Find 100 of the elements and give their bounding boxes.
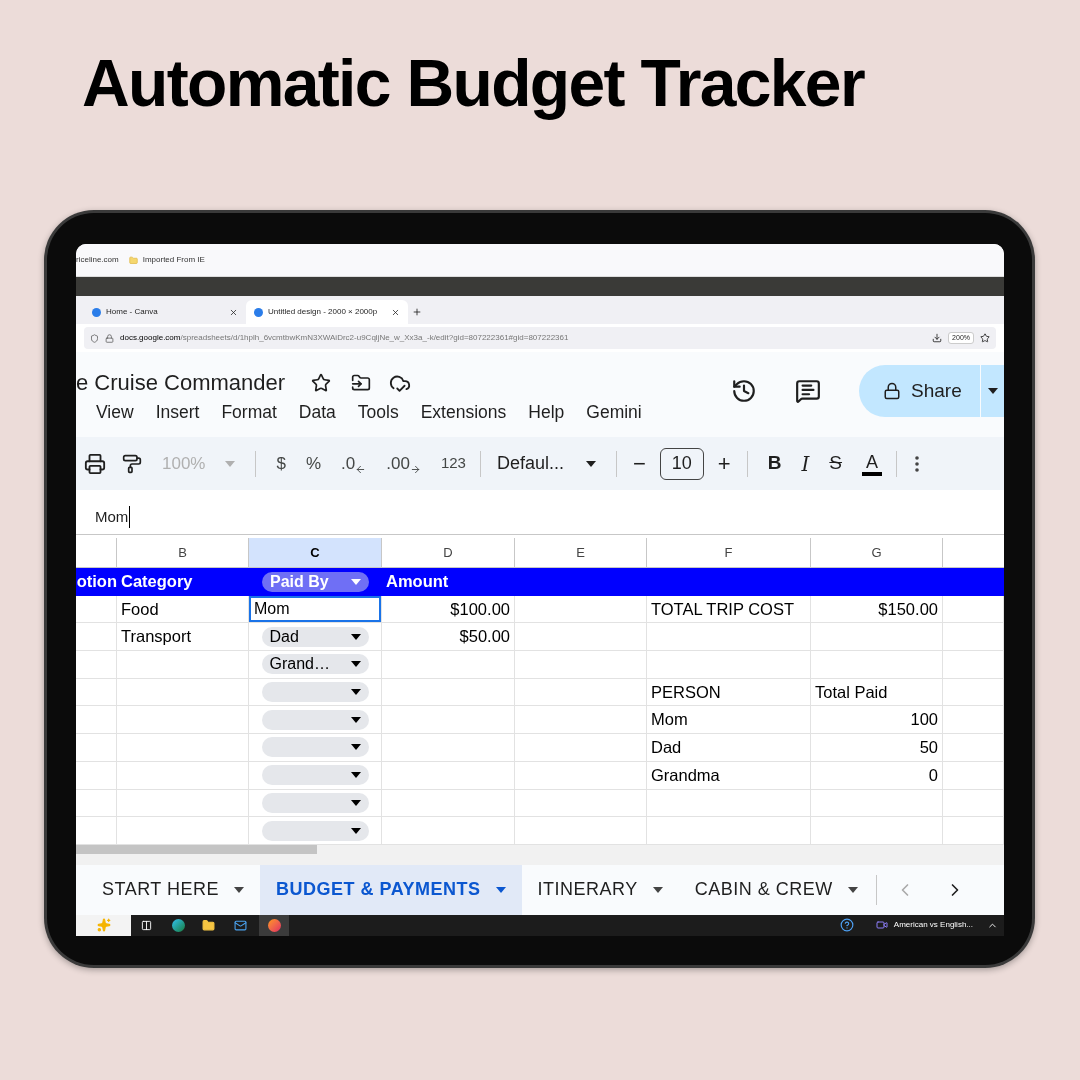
table-cell: $100.00	[382, 595, 515, 624]
empty-cell	[943, 817, 1004, 845]
strikethrough-button[interactable]: S	[829, 449, 843, 478]
dropdown-chip[interactable]	[261, 709, 369, 730]
history-icon	[731, 378, 757, 404]
folder-icon	[202, 918, 215, 932]
browser-tab[interactable]: Untitled design - 2000 × 2000p	[246, 300, 408, 324]
empty-cell	[943, 734, 1004, 762]
decrease-size-button[interactable]: −	[633, 447, 646, 480]
caret-icon	[234, 886, 245, 893]
menu-item[interactable]: Extensions	[420, 399, 507, 426]
dropdown-chip[interactable]: Dad	[261, 626, 369, 647]
caret-icon	[586, 460, 596, 467]
table-cell-text: Category	[120, 571, 194, 593]
browser-icon[interactable]	[267, 918, 281, 932]
menu-item[interactable]: Insert	[155, 399, 200, 426]
empty-cell	[76, 678, 117, 707]
document-title[interactable]: e Cruise Commander	[76, 366, 286, 399]
caret-icon	[225, 460, 236, 467]
share-button[interactable]: Share	[859, 365, 1004, 417]
browser-icon[interactable]	[172, 918, 185, 932]
empty-cell	[76, 595, 117, 624]
bookmark[interactable]: Imported From IE	[128, 254, 205, 266]
lock-icon	[883, 382, 901, 400]
cell-editor[interactable]: Mom	[249, 595, 381, 623]
currency-button[interactable]: $	[276, 450, 286, 477]
font-select[interactable]: Defaul...	[496, 450, 596, 477]
number-format-button[interactable]: 123	[440, 452, 466, 475]
font-size-field[interactable]: 10	[659, 447, 704, 480]
star-icon	[311, 372, 332, 393]
menu-item[interactable]: Gemini	[586, 399, 642, 426]
increase-decimals-button[interactable]: .00	[386, 450, 421, 477]
empty-cell	[76, 817, 117, 845]
bookmark[interactable]: riceline.com	[76, 254, 119, 266]
help-icon	[839, 918, 854, 933]
folder-icon	[351, 372, 372, 393]
table-cell: 50	[811, 734, 943, 762]
formula-bar[interactable]: Mom	[95, 505, 131, 529]
sheet-tab[interactable]: CABIN & CREW	[678, 864, 874, 915]
mail-icon	[234, 918, 247, 932]
dropdown-chip[interactable]	[261, 682, 369, 703]
taskbar-media-title[interactable]: American vs English...	[893, 919, 973, 932]
percent-button[interactable]: %	[305, 450, 322, 477]
dropdown-chip[interactable]: Grand…	[261, 654, 369, 675]
menu-item[interactable]: Help	[528, 399, 565, 426]
caret-icon	[350, 772, 361, 779]
table-cell: Mom	[647, 706, 811, 735]
sheet-tab[interactable]: START HERE	[76, 864, 261, 915]
sparkle-icon	[96, 918, 111, 933]
italic-button[interactable]: I	[801, 448, 810, 479]
empty-cell	[76, 651, 117, 679]
empty-cell	[76, 706, 117, 735]
scrollbar-thumb[interactable]	[76, 844, 317, 854]
menu-item[interactable]: Data	[298, 399, 336, 426]
table-cell-text: otion	[76, 571, 117, 593]
empty-cell	[943, 706, 1004, 735]
tab-logo-icon	[92, 307, 101, 317]
comment-icon	[795, 378, 821, 404]
sheet-tab[interactable]: ITINERARY	[521, 864, 679, 915]
column-header[interactable]: C	[249, 538, 382, 568]
caret-icon	[652, 886, 663, 893]
increase-size-button[interactable]: +	[717, 447, 731, 480]
download-icon	[932, 333, 943, 343]
caret-icon	[350, 689, 361, 696]
tab-logo-icon	[254, 307, 263, 317]
table-cell: $150.00	[811, 595, 943, 624]
dropdown-chip[interactable]	[261, 765, 369, 786]
text-color-button[interactable]: A	[862, 451, 883, 476]
dropdown-chip[interactable]	[261, 737, 369, 758]
empty-cell	[943, 789, 1004, 818]
table-cell: Grandma	[647, 761, 811, 790]
table-cell: Transport	[117, 623, 249, 652]
menu-item[interactable]: Tools	[357, 399, 399, 426]
table-cell: Total Paid	[811, 678, 943, 707]
sheet-tab[interactable]: BUDGET & PAYMENTS	[260, 864, 522, 915]
caret-icon	[350, 661, 361, 668]
folder-icon	[128, 255, 138, 265]
bookmark-star-icon	[980, 333, 990, 343]
dropdown-chip[interactable]: Paid By	[262, 571, 369, 592]
dropdown-chip[interactable]	[261, 792, 369, 813]
caret-icon	[987, 388, 998, 394]
browser-tab[interactable]: Home - Canva	[84, 300, 246, 324]
task-view-icon	[141, 919, 152, 931]
bold-button[interactable]: B	[767, 449, 782, 478]
caret-icon	[350, 744, 361, 751]
empty-cell	[76, 761, 117, 790]
close-icon	[229, 307, 238, 317]
table-cell: 0	[811, 761, 943, 790]
empty-cell	[76, 734, 117, 762]
table-cell: TOTAL TRIP COST	[647, 595, 811, 624]
dropdown-chip[interactable]	[261, 820, 369, 841]
menu-item[interactable]: Format	[221, 399, 277, 426]
empty-cell	[76, 623, 117, 652]
more-icon[interactable]	[915, 455, 920, 472]
table-cell-text: Amount	[385, 571, 450, 593]
empty-cell	[943, 595, 1004, 624]
menu-item[interactable]: View	[96, 399, 134, 426]
decrease-decimals-button[interactable]: .0	[341, 450, 367, 477]
paint-format-icon	[122, 453, 142, 474]
table-cell: $50.00	[382, 623, 515, 652]
